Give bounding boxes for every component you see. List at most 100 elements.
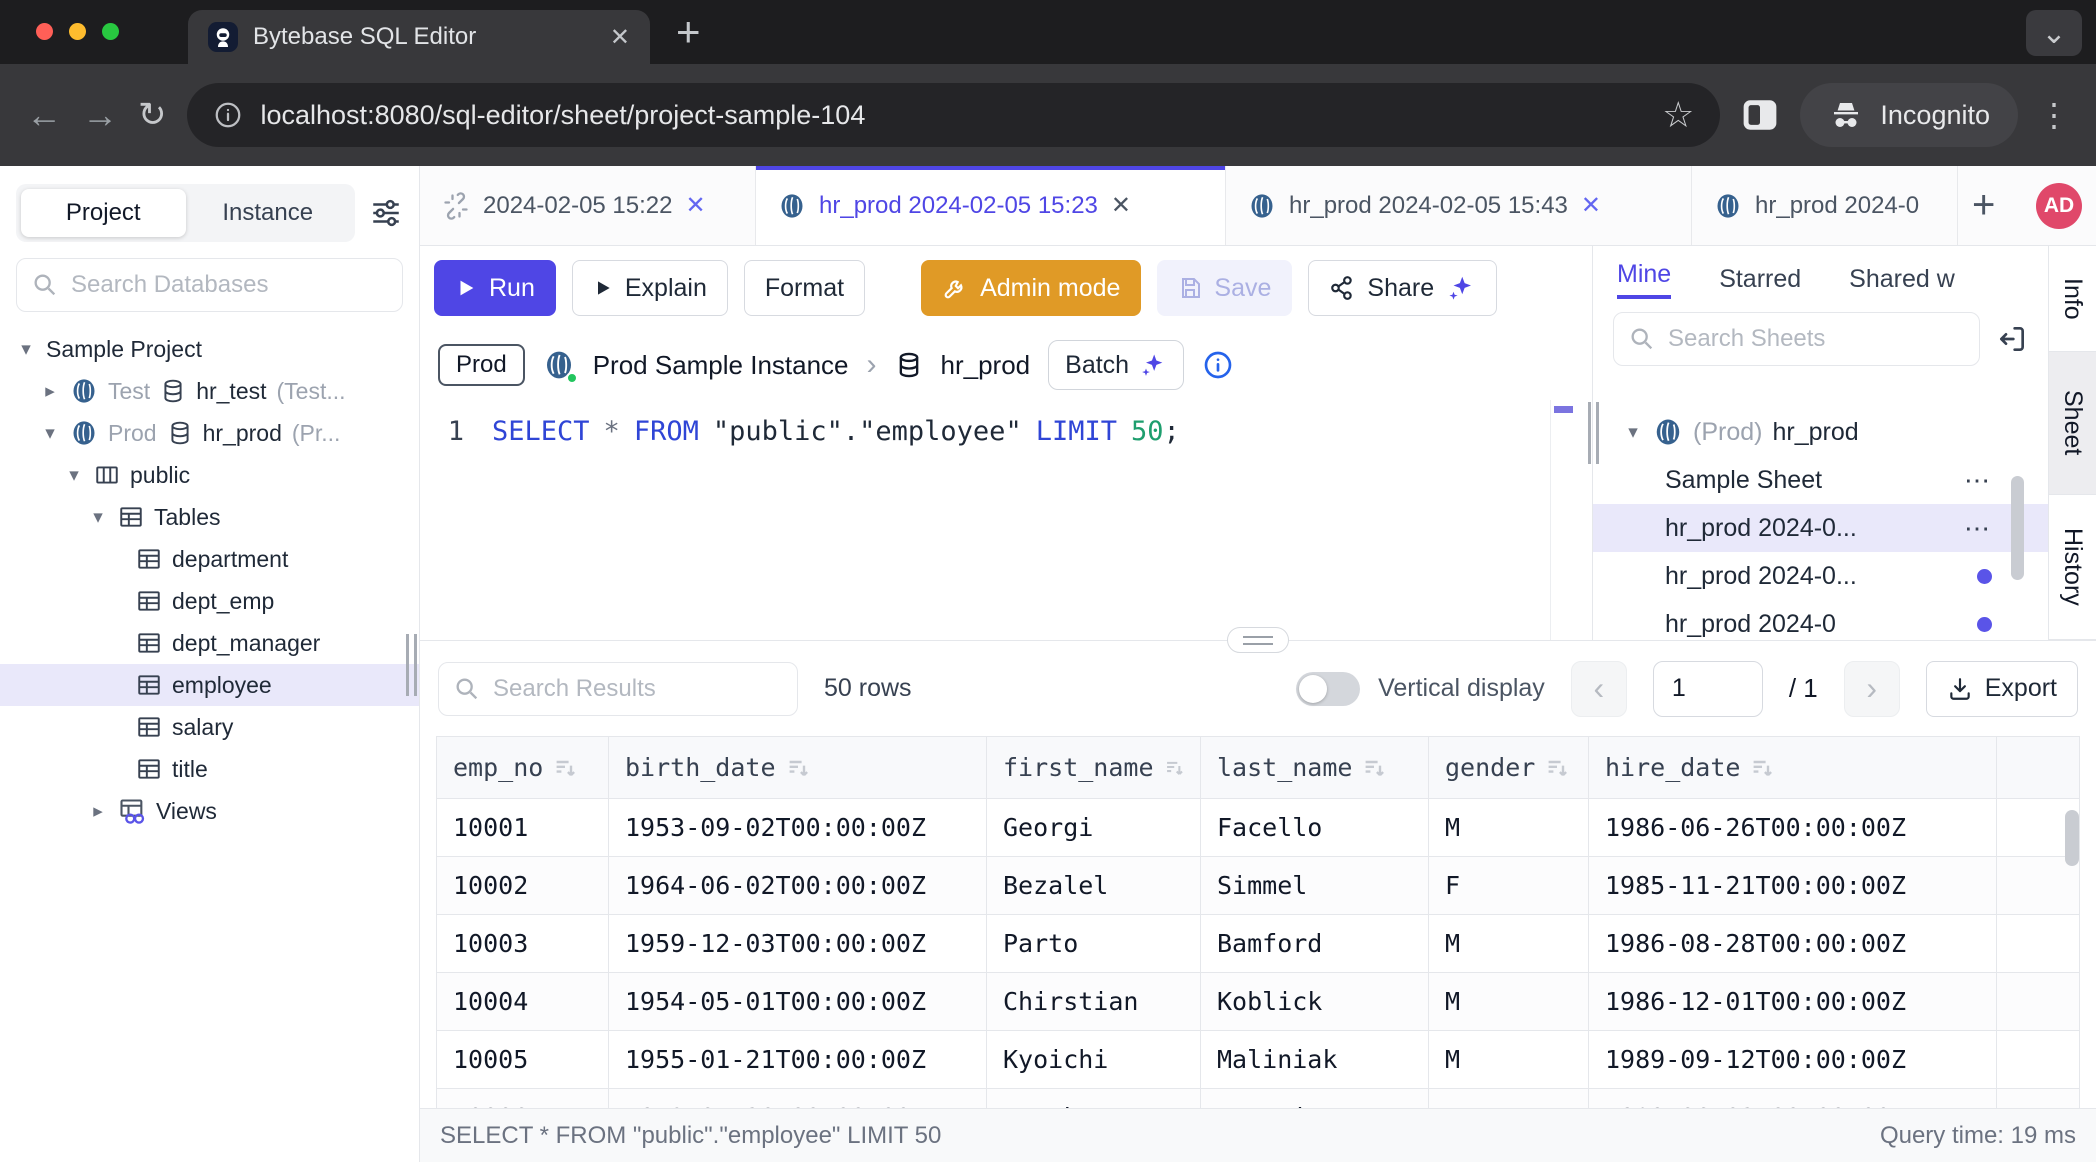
tab-search-chevron-icon[interactable]: ⌄ — [2026, 10, 2082, 56]
export-button[interactable]: Export — [1926, 661, 2078, 717]
splitter-drag-handle[interactable] — [1227, 627, 1289, 653]
tree-item-table-title[interactable]: title — [0, 748, 419, 790]
explain-button[interactable]: Explain — [572, 260, 728, 316]
share-button[interactable]: Share — [1308, 260, 1497, 316]
table-row[interactable]: 100041954-05-01T00:00:00ZChirstianKoblic… — [437, 973, 2080, 1031]
cell[interactable]: 10003 — [437, 915, 609, 973]
cell[interactable]: 1953-04-20T00:00:00Z — [609, 1089, 987, 1109]
cell[interactable]: 1985-11-21T00:00:00Z — [1589, 857, 1997, 915]
side-panel-icon[interactable] — [1740, 97, 1780, 133]
results-search-input[interactable] — [493, 675, 783, 703]
column-header-first-name[interactable]: first_name — [987, 737, 1201, 799]
cell[interactable]: Chirstian — [987, 973, 1201, 1031]
filter-tune-icon[interactable] — [369, 196, 403, 230]
vertical-display-toggle[interactable] — [1296, 672, 1360, 706]
tab-starred[interactable]: Starred — [1719, 265, 1801, 294]
cell[interactable]: Maliniak — [1201, 1031, 1429, 1089]
table-row[interactable]: 100061953-04-20T00:00:00ZAnnekePreusigF1… — [437, 1089, 2080, 1109]
sheet-item[interactable]: hr_prod 2024-0... — [1593, 552, 2048, 600]
editor-tab-2[interactable]: hr_prod 2024-02-05 15:23 ✕ — [756, 166, 1226, 245]
cell[interactable]: 1986-12-01T00:00:00Z — [1589, 973, 1997, 1031]
column-header-emp-no[interactable]: emp_no — [437, 737, 609, 799]
caret-down-icon[interactable]: ▾ — [88, 506, 108, 529]
cell[interactable]: M — [1429, 973, 1589, 1031]
sheet-group[interactable]: ▾ (Prod) hr_prod — [1593, 408, 2048, 456]
sidebar-resize-handle[interactable] — [406, 634, 417, 696]
instance-name[interactable]: Prod Sample Instance — [593, 350, 849, 381]
reload-icon[interactable]: ↻ — [138, 95, 167, 135]
tab-mine[interactable]: Mine — [1617, 260, 1671, 299]
tree-item-table-dept-emp[interactable]: dept_emp — [0, 580, 419, 622]
editor-tab-1[interactable]: 2024-02-05 15:22 ✕ — [420, 166, 756, 245]
caret-down-icon[interactable]: ▾ — [16, 338, 36, 361]
cell[interactable]: Facello — [1201, 799, 1429, 857]
bookmark-star-icon[interactable]: ☆ — [1662, 94, 1694, 136]
collapse-panel-icon[interactable] — [1996, 323, 2028, 355]
tree-item-table-dept-manager[interactable]: dept_manager — [0, 622, 419, 664]
editor-tab-4[interactable]: hr_prod 2024-0 — [1692, 166, 1958, 245]
window-controls[interactable] — [36, 23, 119, 40]
url-text[interactable]: localhost:8080/sql-editor/sheet/project-… — [261, 100, 866, 131]
tree-item-table-department[interactable]: department — [0, 538, 419, 580]
environment-badge[interactable]: Prod — [438, 344, 525, 386]
cell[interactable]: 10005 — [437, 1031, 609, 1089]
sheet-item[interactable]: Sample Sheet ⋯ — [1593, 456, 2048, 504]
table-row[interactable]: 100021964-06-02T00:00:00ZBezalelSimmelF1… — [437, 857, 2080, 915]
close-icon[interactable]: ✕ — [1581, 191, 1601, 220]
cell[interactable]: 1955-01-21T00:00:00Z — [609, 1031, 987, 1089]
cell[interactable]: F — [1429, 1089, 1589, 1109]
admin-mode-button[interactable]: Admin mode — [921, 260, 1141, 316]
cell[interactable]: 1959-12-03T00:00:00Z — [609, 915, 987, 973]
panel-resize-handle[interactable] — [1588, 402, 1599, 464]
new-tab-button[interactable]: + — [676, 8, 701, 56]
column-header-hire-date[interactable]: hire_date — [1589, 737, 1997, 799]
editor-scrollbar[interactable] — [1550, 400, 1576, 640]
cell[interactable]: 10001 — [437, 799, 609, 857]
column-header-gender[interactable]: gender — [1429, 737, 1589, 799]
more-menu-icon[interactable]: ⋯ — [1964, 513, 1992, 544]
table-row[interactable]: 100031959-12-03T00:00:00ZPartoBamfordM19… — [437, 915, 2080, 973]
cell[interactable]: 10002 — [437, 857, 609, 915]
tree-item-table-salary[interactable]: salary — [0, 706, 419, 748]
cell[interactable]: F — [1429, 857, 1589, 915]
window-zoom-button[interactable] — [102, 23, 119, 40]
tree-item-project[interactable]: ▾ Sample Project — [0, 328, 419, 370]
cell[interactable]: M — [1429, 799, 1589, 857]
more-menu-icon[interactable]: ⋯ — [1964, 465, 1992, 496]
tab-sheet[interactable]: Sheet — [2049, 352, 2096, 495]
window-close-button[interactable] — [36, 23, 53, 40]
table-scrollbar[interactable] — [2065, 810, 2079, 866]
table-row[interactable]: 100011953-09-02T00:00:00ZGeorgiFacelloM1… — [437, 799, 2080, 857]
sheet-item-selected[interactable]: hr_prod 2024-0... ⋯ — [1593, 504, 2048, 552]
caret-right-icon[interactable]: ▸ — [40, 380, 60, 403]
sheet-search[interactable] — [1613, 312, 1980, 366]
cell[interactable]: Bamford — [1201, 915, 1429, 973]
cell[interactable]: Preusig — [1201, 1089, 1429, 1109]
window-minimize-button[interactable] — [69, 23, 86, 40]
cell[interactable]: M — [1429, 915, 1589, 973]
tab-project[interactable]: Project — [21, 189, 186, 237]
prev-page-button[interactable]: ‹ — [1571, 661, 1627, 717]
tab-info[interactable]: Info — [2049, 246, 2096, 352]
table-row[interactable]: 100051955-01-21T00:00:00ZKyoichiMaliniak… — [437, 1031, 2080, 1089]
caret-down-icon[interactable]: ▾ — [40, 422, 60, 445]
sql-editor[interactable]: 1 SELECT * FROM "public"."employee" LIMI… — [420, 400, 1592, 640]
cell[interactable]: 1986-08-28T00:00:00Z — [1589, 915, 1997, 973]
save-button[interactable]: Save — [1157, 260, 1292, 316]
format-button[interactable]: Format — [744, 260, 865, 316]
sheet-scrollbar[interactable] — [2011, 476, 2024, 580]
tab-history[interactable]: History — [2049, 495, 2096, 640]
cell[interactable]: Georgi — [987, 799, 1201, 857]
tree-item-views-group[interactable]: ▸ Views — [0, 790, 419, 832]
new-sheet-button[interactable]: + — [1972, 183, 1995, 228]
caret-right-icon[interactable]: ▸ — [88, 800, 108, 823]
caret-down-icon[interactable]: ▾ — [64, 464, 84, 487]
close-icon[interactable]: ✕ — [686, 191, 706, 220]
tab-instance[interactable]: Instance — [186, 189, 351, 237]
database-search-input[interactable] — [71, 271, 388, 299]
caret-down-icon[interactable]: ▾ — [1623, 421, 1643, 444]
cell[interactable]: 1989-06-02T00:00:00Z — [1589, 1089, 1997, 1109]
cell[interactable]: Parto — [987, 915, 1201, 973]
cell[interactable]: Kyoichi — [987, 1031, 1201, 1089]
cell[interactable]: Anneke — [987, 1089, 1201, 1109]
